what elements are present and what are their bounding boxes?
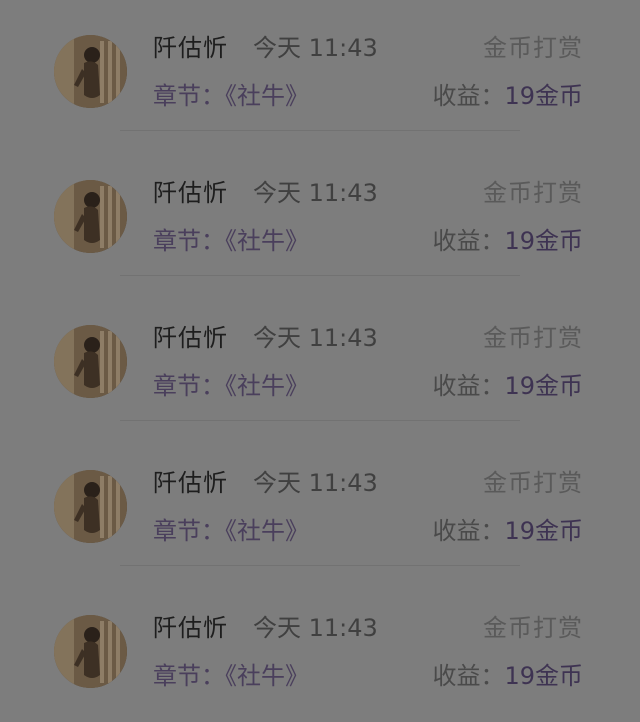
user-name[interactable]: 阡估忻 bbox=[153, 465, 228, 501]
chapter-title: 《社牛》 bbox=[225, 517, 309, 545]
timestamp: 今天 11:43 bbox=[253, 469, 378, 497]
earnings-label: 收益： bbox=[432, 517, 505, 545]
chapter-info[interactable]: 章节：《社牛》 bbox=[153, 658, 309, 694]
avatar[interactable] bbox=[54, 325, 127, 398]
earnings-info: 收益：19金币 bbox=[432, 513, 583, 549]
chapter-info[interactable]: 章节：《社牛》 bbox=[153, 78, 309, 114]
reward-type: 金币打赏 bbox=[483, 469, 583, 497]
divider bbox=[120, 420, 520, 421]
reward-type: 金币打赏 bbox=[483, 324, 583, 352]
user-name[interactable]: 阡估忻 bbox=[153, 610, 228, 646]
avatar[interactable] bbox=[54, 35, 127, 108]
timestamp: 今天 11:43 bbox=[253, 179, 378, 207]
earnings-amount: 19金币 bbox=[504, 227, 583, 255]
avatar-photo-icon bbox=[54, 615, 127, 688]
earnings-info: 收益：19金币 bbox=[432, 223, 583, 259]
chapter-info[interactable]: 章节：《社牛》 bbox=[153, 513, 309, 549]
chapter-label: 章节： bbox=[153, 372, 225, 400]
avatar[interactable] bbox=[54, 180, 127, 253]
chapter-title: 《社牛》 bbox=[225, 662, 309, 690]
timestamp: 今天 11:43 bbox=[253, 614, 378, 642]
reward-type: 金币打赏 bbox=[483, 614, 583, 642]
earnings-amount: 19金币 bbox=[504, 517, 583, 545]
chapter-label: 章节： bbox=[153, 82, 225, 110]
earnings-amount: 19金币 bbox=[504, 662, 583, 690]
list-item[interactable]: 阡估忻 今天 11:43 金币打赏 章节：《社牛》 收益：19金币 bbox=[0, 290, 640, 435]
list-item[interactable]: 阡估忻 今天 11:43 金币打赏 章节：《社牛》 收益：19金币 bbox=[0, 580, 640, 722]
list-item[interactable]: 阡估忻 今天 11:43 金币打赏 章节：《社牛》 收益：19金币 bbox=[0, 0, 640, 145]
avatar-photo-icon bbox=[54, 470, 127, 543]
chapter-label: 章节： bbox=[153, 517, 225, 545]
list-item[interactable]: 阡估忻 今天 11:43 金币打赏 章节：《社牛》 收益：19金币 bbox=[0, 435, 640, 580]
earnings-label: 收益： bbox=[432, 82, 505, 110]
earnings-label: 收益： bbox=[432, 227, 505, 255]
chapter-info[interactable]: 章节：《社牛》 bbox=[153, 368, 309, 404]
earnings-amount: 19金币 bbox=[504, 82, 583, 110]
earnings-amount: 19金币 bbox=[504, 372, 583, 400]
avatar-photo-icon bbox=[54, 325, 127, 398]
user-name[interactable]: 阡估忻 bbox=[153, 320, 228, 356]
earnings-info: 收益：19金币 bbox=[432, 368, 583, 404]
chapter-label: 章节： bbox=[153, 227, 225, 255]
reward-type: 金币打赏 bbox=[483, 34, 583, 62]
chapter-label: 章节： bbox=[153, 662, 225, 690]
earnings-info: 收益：19金币 bbox=[432, 78, 583, 114]
avatar[interactable] bbox=[54, 470, 127, 543]
timestamp: 今天 11:43 bbox=[253, 324, 378, 352]
chapter-title: 《社牛》 bbox=[225, 227, 309, 255]
reward-type: 金币打赏 bbox=[483, 179, 583, 207]
avatar[interactable] bbox=[54, 615, 127, 688]
divider bbox=[120, 275, 520, 276]
earnings-info: 收益：19金币 bbox=[432, 658, 583, 694]
reward-list: 阡估忻 今天 11:43 金币打赏 章节：《社牛》 收益：19金币 阡估忻 今天… bbox=[0, 0, 640, 722]
earnings-label: 收益： bbox=[432, 372, 505, 400]
user-name[interactable]: 阡估忻 bbox=[153, 175, 228, 211]
chapter-title: 《社牛》 bbox=[225, 82, 309, 110]
divider bbox=[120, 130, 520, 131]
user-name[interactable]: 阡估忻 bbox=[153, 30, 228, 66]
divider bbox=[120, 565, 520, 566]
avatar-photo-icon bbox=[54, 180, 127, 253]
list-item[interactable]: 阡估忻 今天 11:43 金币打赏 章节：《社牛》 收益：19金币 bbox=[0, 145, 640, 290]
avatar-photo-icon bbox=[54, 35, 127, 108]
timestamp: 今天 11:43 bbox=[253, 34, 378, 62]
earnings-label: 收益： bbox=[432, 662, 505, 690]
chapter-title: 《社牛》 bbox=[225, 372, 309, 400]
chapter-info[interactable]: 章节：《社牛》 bbox=[153, 223, 309, 259]
